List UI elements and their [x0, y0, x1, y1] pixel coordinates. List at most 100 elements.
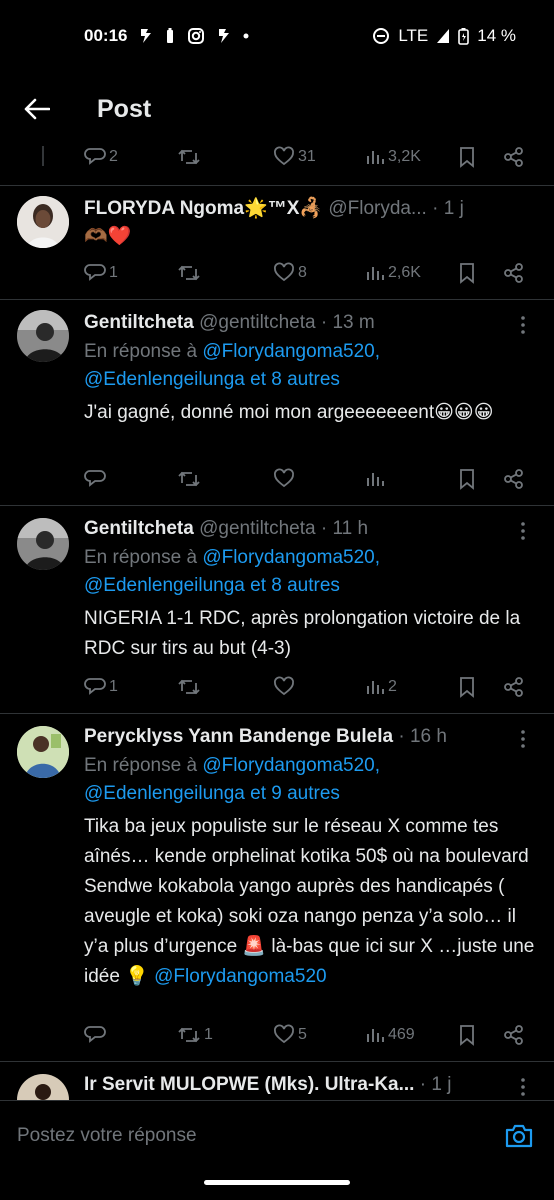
dnd-icon [372, 27, 390, 45]
author-handle[interactable]: @gentiltcheta [199, 312, 315, 333]
author-name[interactable]: Ir Servit MULOPWE (Mks). Ultra-Ka... [84, 1074, 414, 1095]
post-body: 🫶🏾❤️ [84, 226, 132, 247]
separator-dot: · [432, 198, 439, 219]
mention-link[interactable]: @Edenlengeilunga et 9 autres [84, 783, 340, 804]
battery-icon [458, 27, 470, 45]
repost-button[interactable] [177, 672, 204, 702]
reply-post[interactable]: Gentiltcheta @gentiltcheta · 13 m En rép… [0, 300, 554, 506]
separator-dot: · [419, 1074, 427, 1095]
author-name[interactable]: FLORYDA Ngoma🌟™X🦂 [84, 198, 323, 219]
reply-icon [84, 148, 106, 165]
share-button[interactable] [503, 464, 525, 494]
more-options-button[interactable] [514, 1076, 532, 1098]
mention-link[interactable]: @Florydangoma520, [202, 547, 380, 568]
views-button[interactable]: 469 [365, 1020, 415, 1050]
avatar[interactable] [17, 310, 69, 362]
parent-post-actions: 2 31 3,2K [0, 146, 554, 186]
like-button[interactable]: 8 [273, 258, 307, 288]
reply-context: En réponse à @Florydangoma520, @Edenleng… [84, 338, 536, 394]
views-icon [367, 473, 384, 486]
views-button[interactable] [365, 464, 388, 494]
mention-link[interactable]: @Edenlengeilunga et 8 autres [84, 369, 340, 390]
post-body: NIGERIA 1-1 RDC, après prolongation vict… [84, 608, 521, 659]
home-indicator[interactable] [204, 1180, 350, 1185]
repost-icon [178, 679, 200, 695]
share-icon [504, 263, 523, 283]
post-time: 11 h [332, 518, 369, 539]
author-handle[interactable]: @Floryda... [328, 198, 426, 219]
repost-icon [178, 265, 200, 281]
reply-input[interactable]: Postez votre réponse [17, 1125, 197, 1147]
avatar[interactable] [17, 196, 69, 248]
share-icon [504, 147, 523, 167]
share-button[interactable] [503, 1020, 525, 1050]
status-time: 00:16 [84, 26, 128, 45]
camera-icon [505, 1124, 533, 1148]
like-button[interactable]: 31 [273, 146, 316, 172]
post-time: 1 j [431, 1074, 452, 1095]
replies-feed[interactable]: 2 31 3,2K FLORYDA Ngoma🌟™X🦂 @Floryda... … [0, 146, 554, 1100]
reply-post[interactable]: FLORYDA Ngoma🌟™X🦂 @Floryda... · 1 j 🫶🏾❤️… [0, 186, 554, 300]
like-button[interactable] [273, 672, 298, 702]
camera-button[interactable] [504, 1121, 534, 1151]
reply-post[interactable]: Gentiltcheta @gentiltcheta · 11 h En rép… [0, 506, 554, 714]
reply-icon [84, 1026, 106, 1043]
reply-button[interactable]: 2 [84, 146, 118, 172]
reply-prefix: En réponse à [84, 755, 203, 776]
separator-dot: · [320, 312, 328, 333]
like-count: 5 [298, 1026, 307, 1043]
repost-button[interactable] [177, 146, 204, 172]
action-bar [84, 464, 534, 494]
bookmark-icon [460, 263, 474, 284]
repost-icon [178, 1027, 200, 1043]
bluesky-icon [139, 27, 153, 45]
bookmark-button[interactable] [458, 464, 476, 494]
thread-line [42, 146, 44, 166]
like-button[interactable] [273, 464, 298, 494]
author-name[interactable]: Perycklyss Yann Bandenge Bulela [84, 726, 393, 747]
bookmark-button[interactable] [458, 1020, 476, 1050]
share-button[interactable] [503, 146, 525, 172]
reply-button[interactable]: 1 [84, 258, 118, 288]
battery-saver-icon [165, 27, 175, 45]
bookmark-button[interactable] [458, 146, 476, 172]
reply-post[interactable]: Perycklyss Yann Bandenge Bulela · 16 h E… [0, 714, 554, 1062]
repost-button[interactable]: 1 [177, 1020, 213, 1050]
avatar[interactable] [17, 518, 69, 570]
bookmark-button[interactable] [458, 258, 476, 288]
post-body: Tika ba jeux populiste sur le réseau X c… [84, 812, 536, 992]
reply-button[interactable]: 1 [84, 672, 118, 702]
like-count: 8 [298, 264, 307, 281]
action-bar: 1 5 469 [84, 1020, 534, 1050]
mention-link[interactable]: @Florydangoma520 [154, 966, 326, 987]
views-button[interactable]: 3,2K [365, 146, 421, 172]
post-time: 16 h [409, 726, 447, 747]
heart-icon [274, 146, 294, 166]
repost-button[interactable] [177, 258, 204, 288]
repost-button[interactable] [177, 464, 204, 494]
share-button[interactable] [503, 258, 525, 288]
like-button[interactable]: 5 [273, 1020, 307, 1050]
post-time: 13 m [332, 312, 375, 333]
bookmark-button[interactable] [458, 672, 476, 702]
reply-post[interactable]: Ir Servit MULOPWE (Mks). Ultra-Ka... · 1… [0, 1062, 554, 1100]
avatar[interactable] [17, 1074, 69, 1100]
views-button[interactable]: 2,6K [365, 258, 421, 288]
reply-button[interactable] [84, 464, 109, 494]
back-button[interactable] [22, 94, 52, 124]
author-name[interactable]: Gentiltcheta [84, 312, 194, 333]
arrow-left-icon [24, 98, 50, 120]
action-bar: 1 8 2,6K [84, 258, 534, 288]
avatar[interactable] [17, 726, 69, 778]
post-body: J'ai gagné, donné moi mon argeeeeeeent😀😀… [84, 402, 494, 423]
reply-count: 2 [109, 148, 118, 165]
mention-link[interactable]: @Florydangoma520, [202, 755, 380, 776]
views-button[interactable]: 2 [365, 672, 397, 702]
reply-button[interactable] [84, 1020, 109, 1050]
share-button[interactable] [503, 672, 525, 702]
mention-link[interactable]: @Florydangoma520, [202, 341, 380, 362]
mention-link[interactable]: @Edenlengeilunga et 8 autres [84, 575, 340, 596]
author-name[interactable]: Gentiltcheta [84, 518, 194, 539]
author-handle[interactable]: @gentiltcheta [199, 518, 315, 539]
heart-icon [274, 1024, 294, 1044]
